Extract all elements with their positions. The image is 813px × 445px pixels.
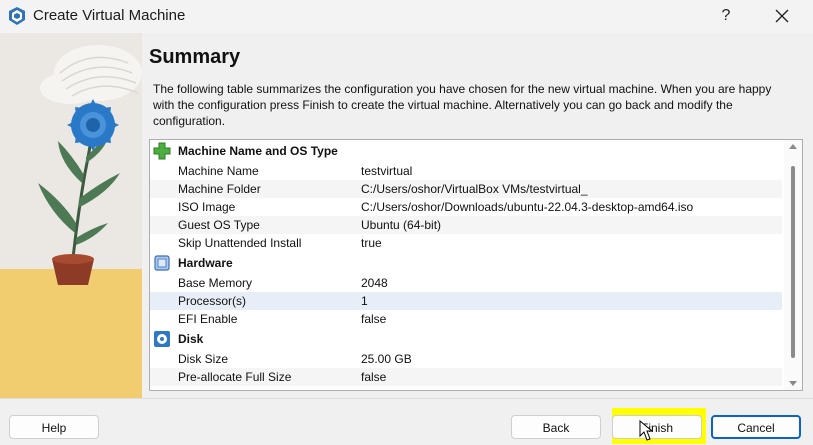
row-key: Skip Unattended Install — [178, 236, 302, 250]
title-bar: Create Virtual Machine ? — [0, 0, 813, 33]
summary-row[interactable]: Machine Name testvirtual — [150, 162, 782, 180]
back-button[interactable]: Back — [511, 415, 601, 439]
help-button[interactable]: ? — [712, 4, 740, 28]
window-title: Create Virtual Machine — [33, 7, 186, 24]
row-key: Machine Name — [178, 164, 259, 178]
row-value: Ubuntu (64-bit) — [361, 218, 442, 232]
summary-rows: Machine Name and OS Type Machine Name te… — [150, 140, 782, 386]
close-icon[interactable] — [768, 4, 796, 28]
summary-row[interactable]: Guest OS Type Ubuntu (64-bit) — [150, 216, 782, 234]
section-machine-name-os[interactable]: Machine Name and OS Type — [150, 140, 782, 162]
section-disk[interactable]: Disk — [150, 328, 782, 350]
row-value: false — [361, 370, 387, 384]
summary-row[interactable]: Processor(s) 1 — [150, 292, 782, 310]
cancel-button[interactable]: Cancel — [711, 415, 801, 439]
plant-illustration — [0, 33, 142, 398]
help-button-bottom[interactable]: Help — [9, 415, 99, 439]
row-value: testvirtual — [361, 164, 413, 178]
row-value: C:/Users/oshor/VirtualBox VMs/testvirtua… — [361, 182, 588, 196]
finish-highlight: Finish — [612, 408, 706, 444]
summary-row[interactable]: Pre-allocate Full Size false — [150, 368, 782, 386]
row-key: ISO Image — [178, 200, 236, 214]
wizard-main: Summary The following table summarizes t… — [142, 33, 813, 398]
row-value: 25.00 GB — [361, 352, 412, 366]
wizard-illustration — [0, 33, 142, 398]
section-label: Disk — [178, 332, 204, 346]
row-key: Guest OS Type — [178, 218, 260, 232]
page-description: The following table summarizes the confi… — [153, 82, 772, 128]
row-value: C:/Users/oshor/Downloads/ubuntu-22.04.3-… — [361, 200, 694, 214]
section-label: Machine Name and OS Type — [178, 144, 338, 158]
puzzle-plus-icon — [153, 142, 171, 160]
row-key: Processor(s) — [178, 294, 247, 308]
scroll-thumb[interactable] — [791, 166, 795, 358]
row-value: false — [361, 312, 387, 326]
summary-row[interactable]: EFI Enable false — [150, 310, 782, 328]
section-label: Hardware — [178, 256, 233, 270]
row-key: EFI Enable — [178, 312, 238, 326]
finish-button[interactable]: Finish — [612, 415, 702, 439]
summary-table[interactable]: Machine Name and OS Type Machine Name te… — [149, 139, 803, 391]
create-vm-dialog: Create Virtual Machine ? Summary The fol… — [0, 0, 813, 445]
section-hardware[interactable]: Hardware — [150, 252, 782, 274]
row-key: Disk Size — [178, 352, 229, 366]
scroll-down-icon[interactable] — [789, 381, 797, 386]
page-title: Summary — [149, 46, 241, 68]
summary-row[interactable]: Skip Unattended Install true — [150, 234, 782, 252]
button-bar: Help Back Finish Cancel — [0, 398, 813, 445]
summary-row[interactable]: Disk Size 25.00 GB — [150, 350, 782, 368]
row-key: Machine Folder — [178, 182, 261, 196]
row-key: Pre-allocate Full Size — [178, 370, 292, 384]
mouse-cursor-icon — [639, 420, 653, 441]
vertical-scrollbar[interactable] — [784, 140, 802, 390]
virtualbox-icon — [9, 7, 25, 25]
summary-row[interactable]: ISO Image C:/Users/oshor/Downloads/ubunt… — [150, 198, 782, 216]
chip-icon — [154, 255, 170, 271]
summary-row[interactable]: Base Memory 2048 — [150, 274, 782, 292]
summary-row[interactable]: Machine Folder C:/Users/oshor/VirtualBox… — [150, 180, 782, 198]
row-value: 2048 — [361, 276, 388, 290]
scroll-up-icon[interactable] — [789, 144, 797, 149]
disk-icon — [154, 331, 170, 347]
row-value: true — [361, 236, 382, 250]
row-value: 1 — [361, 294, 368, 308]
row-key: Base Memory — [178, 276, 253, 290]
